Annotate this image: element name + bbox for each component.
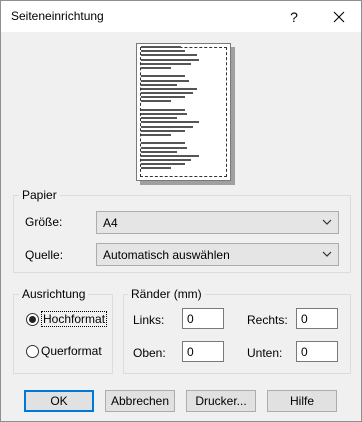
preview-line	[141, 54, 197, 57]
cancel-button[interactable]: Abbrechen	[105, 390, 175, 412]
margin-bottom-input[interactable]	[296, 341, 338, 362]
page-preview	[136, 43, 231, 181]
close-icon	[333, 11, 345, 22]
radio-selected-indicator	[26, 312, 39, 326]
margin-top-input[interactable]	[182, 341, 224, 362]
preview-line	[141, 163, 185, 166]
margin-left-input[interactable]	[182, 308, 224, 329]
paper-source-value: Automatisch auswählen	[103, 248, 230, 262]
paper-size-value: A4	[103, 216, 118, 230]
preview-line	[141, 100, 171, 103]
chevron-down-icon	[322, 251, 332, 257]
preview-line	[141, 83, 177, 86]
paper-size-label: Größe:	[25, 215, 63, 229]
margins-group	[123, 294, 351, 374]
radio-unselected-indicator	[26, 344, 39, 358]
portrait-radio[interactable]: Hochformat	[26, 311, 108, 327]
preview-line	[141, 58, 199, 61]
preview-line	[141, 87, 197, 90]
preview-line	[141, 121, 199, 124]
preview-line	[141, 75, 185, 78]
preview-line	[141, 167, 171, 170]
landscape-label: Querformat	[41, 344, 102, 358]
landscape-radio[interactable]: Querformat	[26, 344, 102, 358]
margin-left-label: Links:	[133, 313, 165, 327]
help-button[interactable]: Hilfe	[267, 390, 337, 412]
ok-button[interactable]: OK	[24, 390, 94, 412]
preview-line	[141, 108, 185, 111]
close-button[interactable]	[317, 1, 361, 32]
chevron-down-icon	[322, 219, 332, 225]
preview-line	[141, 117, 177, 120]
margin-right-input[interactable]	[296, 308, 338, 329]
preview-line	[141, 154, 199, 157]
preview-line	[141, 96, 185, 99]
preview-line	[141, 113, 187, 115]
preview-line	[141, 62, 191, 65]
margins-group-label: Ränder (mm)	[128, 287, 205, 301]
preview-line	[141, 129, 185, 132]
preview-line	[141, 50, 185, 53]
preview-line	[141, 92, 193, 95]
paper-size-select[interactable]: A4	[96, 211, 339, 234]
preview-line	[141, 142, 185, 145]
paper-group-label: Papier	[19, 188, 60, 202]
portrait-label: Hochformat	[41, 311, 108, 327]
window-title: Seiteneinrichtung	[11, 9, 104, 23]
preview-line	[141, 159, 191, 162]
preview-line	[141, 150, 177, 153]
paper-source-label: Quelle:	[25, 248, 64, 262]
preview-line	[141, 146, 187, 149]
preview-text-lines	[141, 46, 201, 172]
preview-line	[141, 133, 171, 136]
paper-source-select[interactable]: Automatisch auswählen	[96, 243, 339, 266]
preview-line	[141, 79, 189, 82]
orientation-group	[13, 294, 113, 374]
margin-right-label: Rechts:	[247, 313, 288, 327]
help-title-button[interactable]: ?	[271, 1, 317, 32]
preview-line	[141, 125, 193, 128]
question-mark-icon: ?	[290, 8, 298, 25]
page-setup-dialog: Seiteneinrichtung ? Papier Größe: A4 Que…	[0, 0, 362, 422]
title-bar: Seiteneinrichtung ?	[1, 1, 361, 32]
preview-line	[141, 66, 171, 69]
preview-line	[141, 46, 181, 48]
orientation-group-label: Ausrichtung	[19, 287, 89, 301]
margin-bottom-label: Unten:	[247, 346, 283, 360]
printer-button[interactable]: Drucker...	[186, 390, 256, 412]
margin-top-label: Oben:	[133, 346, 166, 360]
